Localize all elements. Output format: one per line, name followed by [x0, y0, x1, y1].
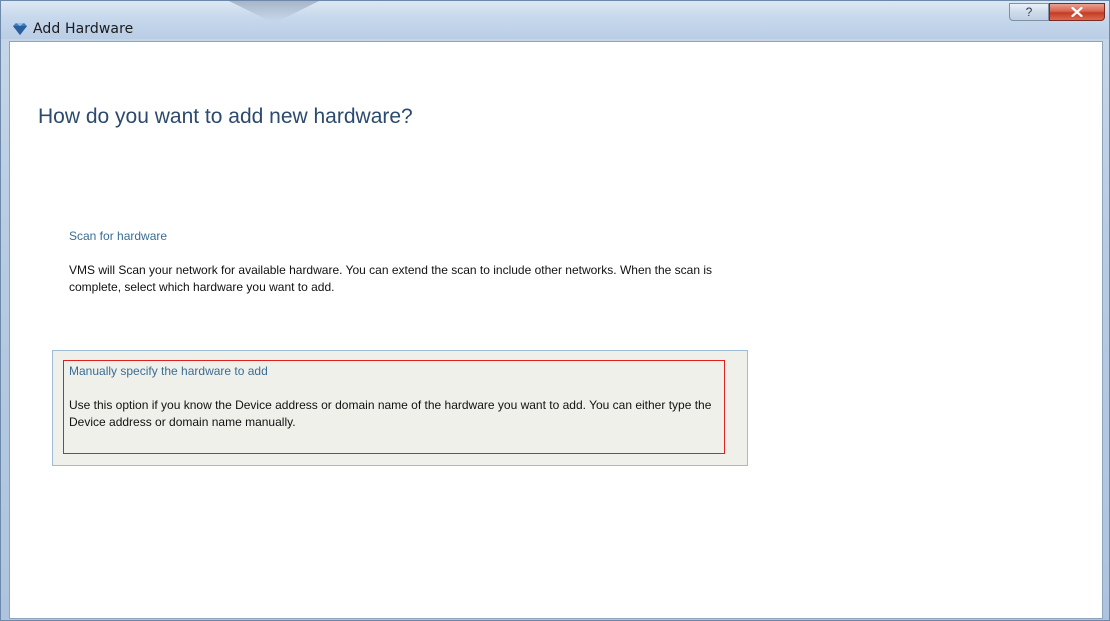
- option-scan-for-hardware[interactable]: Scan for hardware VMS will Scan your net…: [52, 214, 748, 314]
- option-description: Use this option if you know the Device a…: [69, 398, 712, 429]
- title-bar[interactable]: Add Hardware ?: [1, 1, 1109, 39]
- help-button[interactable]: ?: [1009, 3, 1049, 21]
- close-icon: [1071, 7, 1083, 17]
- help-icon: ?: [1025, 5, 1033, 19]
- window-title: Add Hardware: [33, 21, 134, 37]
- page-title: How do you want to add new hardware?: [38, 105, 413, 128]
- wizard-content-panel: How do you want to add new hardware? Sca…: [9, 41, 1103, 619]
- option-description: VMS will Scan your network for available…: [69, 263, 713, 294]
- option-manually-specify-hardware[interactable]: Manually specify the hardware to add Use…: [52, 350, 748, 466]
- option-title: Scan for hardware: [69, 229, 168, 243]
- add-hardware-window: Add Hardware ? How do you want to add ne…: [0, 0, 1110, 621]
- close-button[interactable]: [1049, 3, 1105, 21]
- app-diamond-icon: [13, 23, 27, 35]
- title-bar-glass-decoration: [229, 1, 319, 21]
- option-title: Manually specify the hardware to add: [69, 364, 268, 378]
